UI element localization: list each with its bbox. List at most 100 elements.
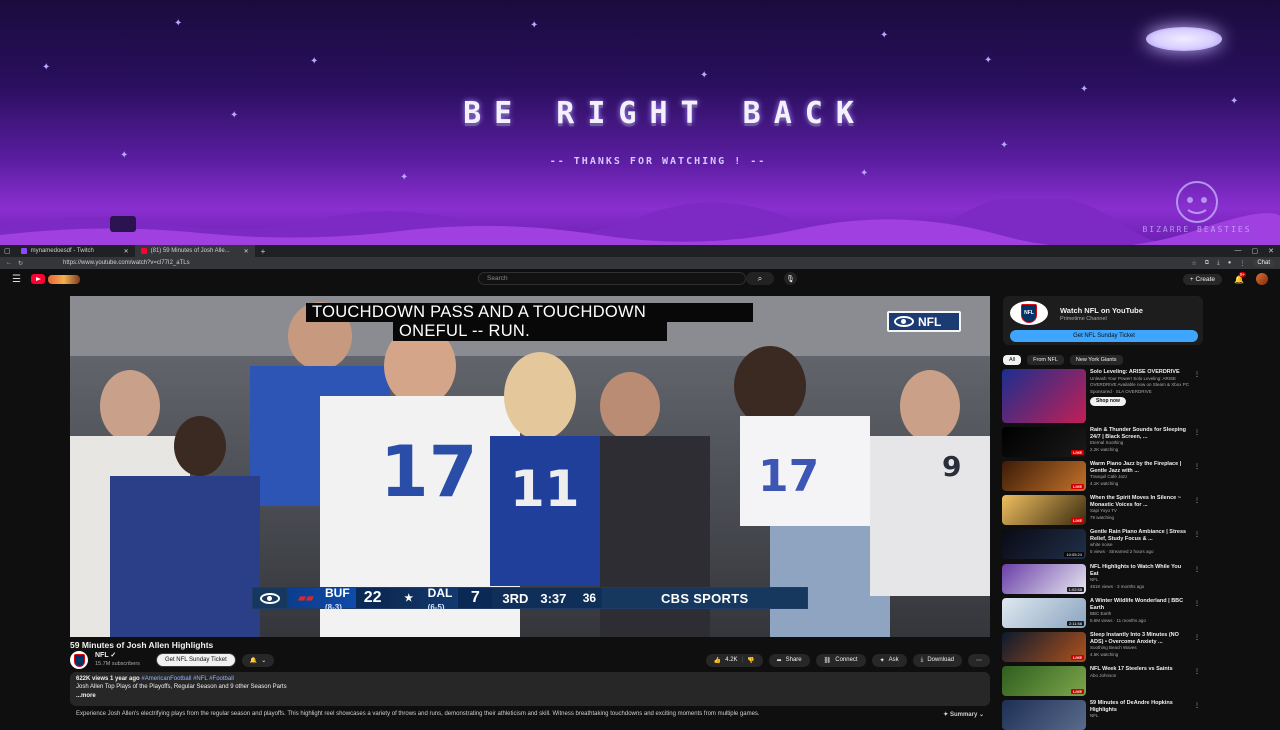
more-options-icon[interactable]: ⋮ [1194,702,1200,709]
ask-button[interactable]: ✦Ask [872,654,907,667]
thumbnail[interactable]: 1:02:58 [1002,564,1086,594]
more-options-icon[interactable]: ⋮ [1194,429,1200,436]
close-window-icon[interactable]: ✕ [1268,247,1274,255]
hashtags[interactable]: #AmericanFootball #NFL #Football [141,676,234,682]
channel-avatar[interactable] [70,651,88,669]
recommendation-item[interactable]: LIVE Rain & Thunder Sounds for Sleeping 2… [1002,427,1202,457]
recommendation-item[interactable]: LIVE Warm Piano Jazz by the Fireplace | G… [1002,461,1202,491]
recommendation-title[interactable]: Solo Leveling: ARISE OVERDRIVE [1090,369,1190,376]
description-box[interactable]: 622K views 1 year ago #AmericanFootball … [70,672,990,706]
chip-new-york-giants[interactable]: New York Giants [1070,355,1123,365]
more-options-icon[interactable]: ⋮ [1194,634,1200,641]
notification-count: 9+ [1239,272,1246,277]
recommendation-title[interactable]: Sleep Instantly Into 3 Minutes (NO ADS) … [1090,632,1190,645]
star-icon: ✦ [984,55,992,66]
hamburger-menu-icon[interactable]: ☰ [12,274,21,285]
subscribed-bell-button[interactable]: 🔔⌄ [242,654,275,667]
recommendation-text: NFL Highlights to Watch While You EatNFL… [1090,564,1190,594]
tab-youtube[interactable]: (81) 59 Minutes of Josh Alle... ✕ [135,245,255,257]
tab-actions-icon[interactable]: ▢ [0,247,15,255]
caption-line-2: ONEFUL -- RUN. [393,322,667,341]
chat-button[interactable]: Chat [1253,259,1274,267]
thumbnail[interactable]: LIVE [1002,666,1086,696]
nfl-shield-icon [74,654,85,667]
microphone-icon[interactable]: 🎙 [784,272,797,285]
channel-badge: BIZARRE BEASTIES [1122,180,1272,238]
more-options-icon[interactable]: ⋮ [1194,463,1200,470]
more-options-icon[interactable]: ⋮ [1194,371,1200,378]
minimize-icon[interactable]: — [1235,247,1242,255]
url-field[interactable]: https://www.youtube.com/watch?v=cl77I2_a… [63,260,190,266]
recommendation-line3: 5 views · Streamed 2 hours ago [1090,549,1190,556]
close-icon[interactable]: ✕ [124,248,129,255]
more-actions-icon[interactable]: ⋯ [968,654,990,667]
recommendation-line3: 2.2K watching [1090,447,1190,454]
promo-ticket-button[interactable]: Get NFL Sunday Ticket [1010,330,1198,342]
recommendation-item[interactable]: LIVE When the Spirit Moves In Silence ~ M… [1002,495,1202,525]
channel-name[interactable]: NFL ✓ [95,652,140,660]
thumbnail[interactable]: LIVE [1002,632,1086,662]
recommendation-item[interactable]: 10:05:24 Gentle Rain Piano Ambiance | Str… [1002,529,1202,559]
share-button[interactable]: ➦Share [769,654,810,667]
thumbnail[interactable] [1002,369,1086,423]
recommendation-item[interactable]: Solo Leveling: ARISE OVERDRIVEUnleash Yo… [1002,369,1202,423]
create-button[interactable]: + Create [1183,274,1222,285]
summary-toggle[interactable]: ✦ Summary ⌄ [943,711,984,718]
share-icon: ➦ [777,657,782,664]
recommendation-title[interactable]: A Winter Wildlife Wonderland | BBC Earth [1090,598,1190,611]
recommendation-title[interactable]: 59 Minutes of DeAndre Hopkins Highlights [1090,700,1190,713]
recommendation-title[interactable]: Warm Piano Jazz by the Fireplace | Gentl… [1090,461,1190,474]
extensions-icon[interactable]: ⧉ [1205,260,1209,267]
new-tab-icon[interactable]: + [255,247,272,256]
thumbnail[interactable] [1002,700,1086,730]
search-icon[interactable]: ⌕ [746,272,774,285]
thumbnail[interactable]: LIVE [1002,495,1086,525]
thumbs-down-icon[interactable]: 👎 [747,657,754,664]
thumbnail[interactable]: 2:11:58 [1002,598,1086,628]
notifications-bell-icon[interactable]: 🔔9+ [1234,275,1244,284]
avatar[interactable] [1256,273,1268,285]
recommendation-item[interactable]: 1:02:58NFL Highlights to Watch While You… [1002,564,1202,594]
recommendation-line3: 4.6K watching [1090,652,1190,659]
shop-now-button[interactable]: Shop now [1090,397,1126,406]
thumbnail[interactable]: 10:05:24 [1002,529,1086,559]
thumbnail[interactable]: LIVE [1002,461,1086,491]
tab-twitch[interactable]: mynamedoesdf - Twitch ✕ [15,245,135,257]
browser-tab-bar: ▢ mynamedoesdf - Twitch ✕ (81) 59 Minute… [0,245,1280,257]
more-options-icon[interactable]: ⋮ [1194,531,1200,538]
like-button[interactable]: 👍4.2K|👎 [706,654,763,667]
show-more-link[interactable]: ...more [76,692,984,700]
recommendation-item[interactable]: 2:11:58 A Winter Wildlife Wonderland | BB… [1002,598,1202,628]
more-options-icon[interactable]: ⋮ [1194,566,1200,573]
recommendation-item[interactable]: LIVENFL Week 17 Steelers vs SaintsAbo Jo… [1002,666,1202,696]
recommendation-title[interactable]: Gentle Rain Piano Ambiance | Stress Reli… [1090,529,1190,542]
back-icon[interactable]: ← [6,260,12,266]
recommendation-item[interactable]: LIVE Sleep Instantly Into 3 Minutes (NO A… [1002,632,1202,662]
sunday-ticket-button[interactable]: Get NFL Sunday Ticket [156,653,236,667]
recommendation-item[interactable]: 59 Minutes of DeAndre Hopkins Highlights… [1002,700,1202,730]
video-player[interactable]: 17 11 17 9 TOUCHDOWN PASS AND A TOUCHDOW… [70,296,990,637]
menu-dots-icon[interactable]: ⋮ [1239,260,1245,267]
star-icon: ✦ [310,56,318,67]
maximize-icon[interactable]: ▢ [1252,247,1259,255]
more-options-icon[interactable]: ⋮ [1194,668,1200,675]
download-button[interactable]: ⤓Download [913,654,962,667]
recommendation-title[interactable]: Rain & Thunder Sounds for Sleeping 24/7 … [1090,427,1190,440]
bookmark-icon[interactable]: ☆ [1191,260,1196,267]
close-icon[interactable]: ✕ [244,248,249,255]
thumbnail[interactable]: LIVE [1002,427,1086,457]
chip-from-nfl[interactable]: From NFL [1027,355,1064,365]
recommendation-line3: 5.6M views · 11 months ago [1090,618,1190,625]
profile-icon[interactable]: ● [1228,260,1232,266]
duration-badge: 10:05:24 [1064,552,1084,557]
downloads-icon[interactable]: ⤓ [1217,260,1220,267]
youtube-logo[interactable] [31,274,80,284]
refresh-icon[interactable]: ↻ [18,260,23,267]
connect-button[interactable]: ⛓Connect [816,654,866,667]
search-input[interactable]: Search [478,272,746,285]
recommendation-title[interactable]: NFL Highlights to Watch While You Eat [1090,564,1190,577]
chip-all[interactable]: All [1003,355,1021,365]
recommendation-title[interactable]: When the Spirit Moves In Silence ~ Monas… [1090,495,1190,508]
more-options-icon[interactable]: ⋮ [1194,600,1200,607]
more-options-icon[interactable]: ⋮ [1194,497,1200,504]
